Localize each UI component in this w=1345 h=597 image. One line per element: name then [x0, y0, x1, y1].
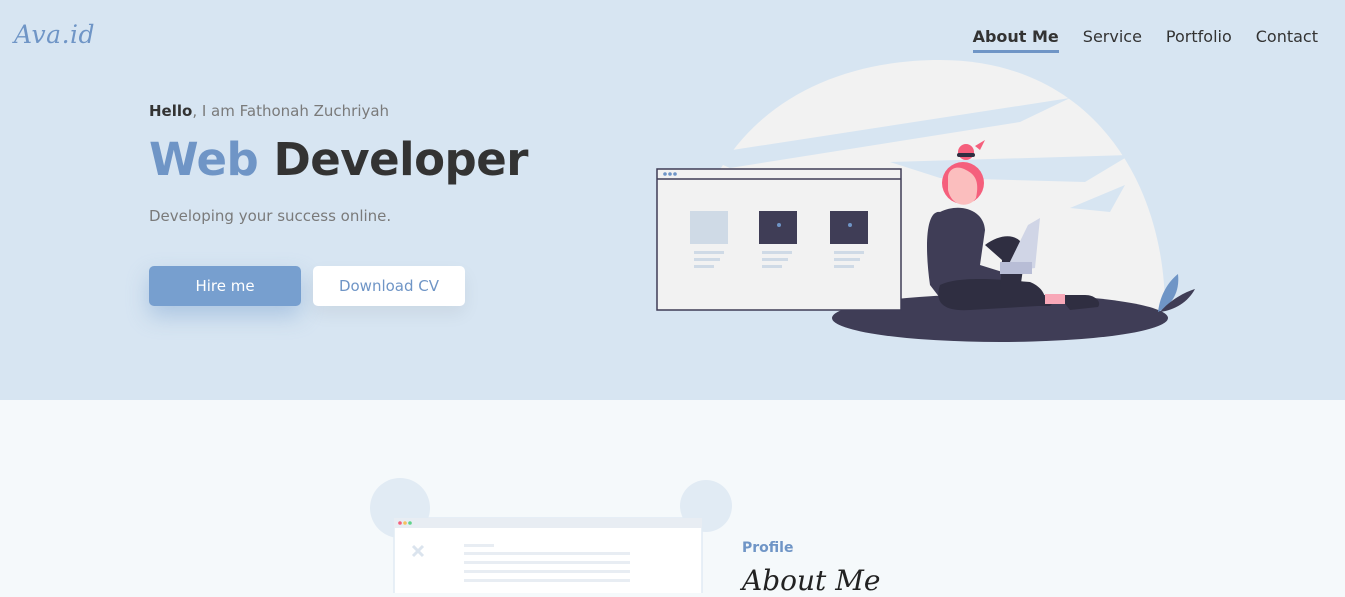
download-cv-button[interactable]: Download CV: [313, 266, 465, 306]
about-illustration: [370, 478, 732, 593]
card-image: [830, 211, 868, 244]
nav-contact[interactable]: Contact: [1256, 27, 1318, 53]
hero-illustration: [656, 60, 1195, 342]
hero-title-accent: Web: [149, 133, 259, 186]
card-image-placeholder: [690, 211, 728, 244]
about-section-title: About Me: [742, 564, 881, 597]
hire-me-button[interactable]: Hire me: [149, 266, 301, 306]
hero-title-main: Developer: [273, 133, 528, 186]
card-image: [759, 211, 797, 244]
hero-greeting: Hello, I am Fathonah Zuchriyah: [149, 102, 389, 120]
about-section: [0, 400, 1345, 593]
greeting-bold: Hello: [149, 102, 193, 120]
hero-tagline: Developing your success online.: [149, 207, 392, 225]
hero-section: Ava.id About Me Service Portfolio Contac…: [0, 0, 1345, 400]
logo[interactable]: Ava.id: [14, 20, 95, 49]
hero-title: Web Developer: [149, 133, 528, 186]
greeting-rest: , I am Fathonah Zuchriyah: [192, 102, 390, 120]
about-section-label: Profile: [742, 540, 794, 556]
